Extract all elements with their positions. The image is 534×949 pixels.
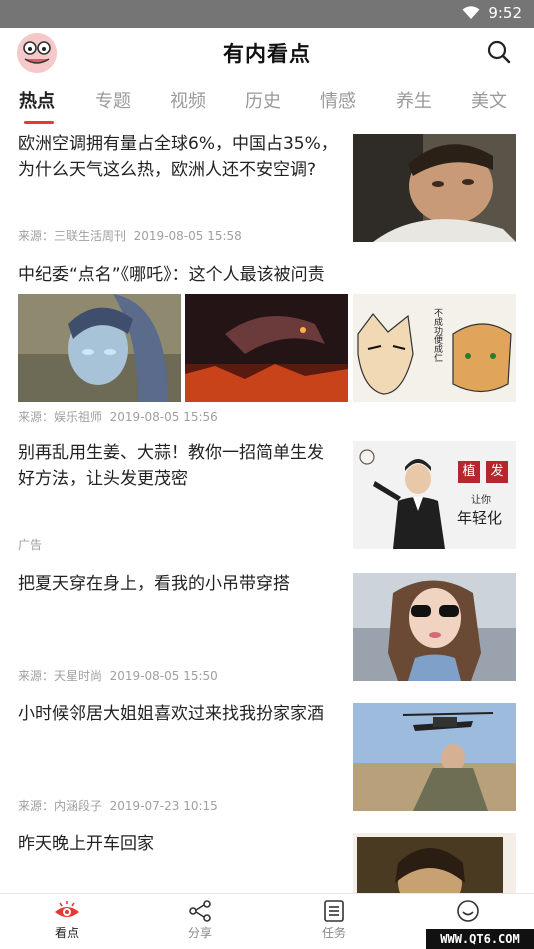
app-bar: 有内看点 [0, 28, 534, 78]
share-icon [189, 900, 211, 922]
news-feed[interactable]: 欧洲空调拥有量占全球6%，中国占35%， 为什么天气这么热，欧洲人还不安空调? … [0, 126, 534, 893]
ad-label: 广告 [18, 538, 43, 552]
nezha-characters-image: 不成功便成仁 [353, 294, 516, 402]
list-item[interactable]: 小时候邻居大姐姐喜欢过来找我扮家家酒 来源：内涵段子 2019-07-23 10… [0, 690, 534, 820]
meme-portrait-image [353, 833, 516, 893]
helicopter-soldier-image [353, 703, 516, 811]
animated-character-image [18, 294, 181, 402]
ad-image [353, 441, 516, 549]
article-thumbnail[interactable] [18, 294, 181, 402]
ad-slogan: 年轻化 [457, 509, 503, 527]
smiley-icon [457, 900, 479, 922]
category-tabs: 热点 专题 视频 历史 情感 养生 美文 [0, 78, 534, 126]
app-title: 有内看点 [223, 42, 311, 66]
tab-prose[interactable]: 美文 [471, 87, 507, 113]
status-time: 9:52 [488, 4, 522, 22]
nav-label: 看点 [54, 926, 79, 940]
list-item[interactable]: 欧洲空调拥有量占全球6%，中国占35%， 为什么天气这么热，欧洲人还不安空调? … [0, 126, 534, 256]
article-meta: 来源：三联生活周刊 2019-08-05 15:58 [18, 227, 242, 244]
article-thumbnail[interactable] [353, 703, 516, 811]
search-icon[interactable] [486, 39, 512, 65]
article-thumbnail[interactable] [353, 134, 516, 242]
headline-line: 为什么天气这么热，欧洲人还不安空调? [18, 160, 317, 180]
article-thumbnail[interactable] [185, 294, 348, 402]
article-source: 来源：娱乐祖师 [18, 410, 103, 424]
nav-share[interactable]: 分享 [160, 900, 240, 941]
ad-item[interactable]: 别再乱用生姜、大蒜！教你一招简单生发 好方法，让头发更茂密 广告 植 发 让你 … [0, 430, 534, 560]
headline: 小时候邻居大姐姐喜欢过来找我扮家家酒 [18, 704, 324, 724]
active-tab-indicator [24, 121, 54, 124]
article-source: 来源：天星时尚 [18, 669, 103, 683]
article-source: 来源：内涵段子 [18, 799, 103, 813]
tab-hot[interactable]: 热点 [19, 87, 55, 113]
tab-health[interactable]: 养生 [396, 87, 432, 113]
article-thumbnail[interactable] [353, 573, 516, 681]
nav-watch[interactable]: 看点 [27, 900, 107, 941]
list-item[interactable]: 中纪委“点名”《哪吒》：这个人最该被问责 不成功便成仁 来源：娱乐祖师 2019… [0, 256, 534, 430]
tab-video[interactable]: 视频 [170, 87, 206, 113]
eye-icon [55, 901, 79, 917]
ad-tag: 植 [458, 461, 480, 483]
woman-sunglasses-image [353, 573, 516, 681]
article-source: 来源：三联生活周刊 [18, 229, 127, 243]
article-time: 2019-08-05 15:56 [109, 410, 218, 424]
man-portrait-image [353, 134, 516, 242]
article-meta: 来源：娱乐祖师 2019-08-05 15:56 [18, 408, 218, 425]
list-item[interactable]: 把夏天穿在身上，看我的小吊带穿搭 来源：天星时尚 2019-08-05 15:5… [0, 560, 534, 690]
article-meta: 来源：天星时尚 2019-08-05 15:50 [18, 667, 218, 684]
wifi-icon [462, 6, 480, 19]
article-time: 2019-08-05 15:50 [109, 669, 218, 683]
headline-line: 好方法，让头发更茂密 [18, 469, 188, 489]
watermark: WWW.QT6.COM [426, 929, 534, 949]
headline: 中纪委“点名”《哪吒》：这个人最该被问责 [18, 265, 325, 285]
ad-tag: 发 [486, 461, 508, 483]
article-time: 2019-07-23 10:15 [109, 799, 218, 813]
headline-line: 别再乱用生姜、大蒜！教你一招简单生发 [18, 443, 324, 463]
nav-profile[interactable] [428, 900, 508, 924]
headline: 昨天晚上开车回家 [18, 834, 154, 854]
nav-label: 任务 [321, 926, 346, 940]
tab-topics[interactable]: 专题 [95, 87, 131, 113]
ad-thumbnail[interactable]: 植 发 让你 年轻化 [353, 441, 516, 549]
task-list-icon [324, 900, 344, 922]
status-bar: 9:52 [0, 0, 534, 28]
headline-line: 欧洲空调拥有量占全球6%，中国占35%， [18, 134, 338, 154]
nav-tasks[interactable]: 任务 [294, 900, 374, 941]
list-item[interactable]: 昨天晚上开车回家 [0, 820, 534, 893]
article-thumbnail[interactable]: 不成功便成仁 [353, 294, 516, 402]
image-calligraphy-text: 不成功便成仁 [432, 308, 443, 362]
tab-emotion[interactable]: 情感 [320, 87, 356, 113]
headline: 把夏天穿在身上，看我的小吊带穿搭 [18, 574, 290, 594]
article-thumbnail[interactable] [353, 833, 516, 893]
ad-small-text: 让你 [471, 495, 491, 506]
tab-history[interactable]: 历史 [245, 87, 281, 113]
dragon-lava-image [185, 294, 348, 402]
article-time: 2019-08-05 15:58 [133, 229, 242, 243]
article-meta: 来源：内涵段子 2019-07-23 10:15 [18, 797, 218, 814]
nav-label: 分享 [187, 926, 212, 940]
